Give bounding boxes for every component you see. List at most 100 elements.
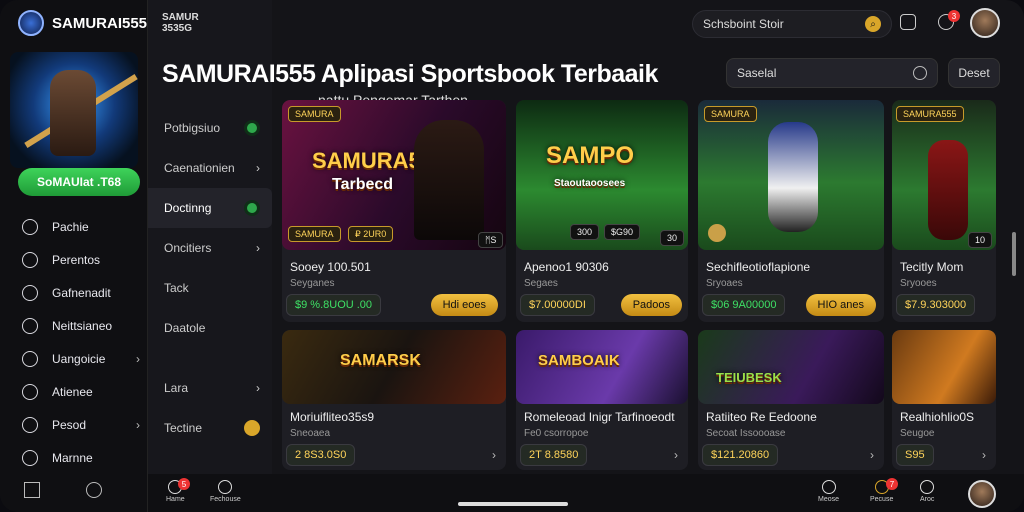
game-card[interactable]: SAMURA5K Tarbecd SAMURA SAMURA ₽ 2UR0 ᛗS… <box>282 100 506 322</box>
game-card[interactable]: SAMBOAIK Romeleoad Inigr Tarfinoeodt Fe0… <box>516 330 688 470</box>
card-image: SAMURA5K Tarbecd SAMURA SAMURA ₽ 2UR0 ᛗS <box>282 100 506 250</box>
game-card[interactable]: SAMARSK Moriuifliteo35s9 Sneoaea 2 8S3.0… <box>282 330 506 470</box>
card-subtitle: Sryoaes <box>706 278 743 289</box>
left-nav-label: Marnne <box>52 450 93 465</box>
game-card[interactable]: Realhiohlio0S Seugoe S95 › <box>892 330 996 470</box>
bet-label: Padoos <box>632 299 670 311</box>
card-price: 2 8S3.0S0 <box>286 444 356 466</box>
category-item[interactable]: Tectine <box>148 408 272 448</box>
left-nav-item[interactable]: Uangoicie › <box>22 342 140 375</box>
game-card[interactable]: TEIUBESK Ratiiteo Re Eedoone Secoat Isso… <box>698 330 884 470</box>
card-subtitle: Fe0 csorropoe <box>524 428 589 439</box>
category-item[interactable]: Lara › <box>148 368 272 408</box>
card-subtitle: Segaes <box>524 278 558 289</box>
category-label: Lara <box>164 381 189 395</box>
chevron-right-icon: › <box>136 351 140 366</box>
card-overlay-title: TEIUBESK <box>716 370 782 385</box>
search-input[interactable]: Schsboint Stoir ⌕ <box>692 10 892 38</box>
page-title: SAMURAI555 Aplipasi Sportsbook Terbaaik <box>162 60 658 88</box>
card-price: S95 <box>896 444 934 466</box>
card-image: SAMPO Staoutaoosees 300 $G90 30 <box>516 100 688 250</box>
left-nav-label: Pesod <box>52 417 87 432</box>
category-label: Daatole <box>164 321 206 335</box>
card-title: Moriuifliteo35s9 <box>290 410 375 424</box>
game-card[interactable]: SAMPO Staoutaoosees 300 $G90 30 Apenoo1 … <box>516 100 688 322</box>
bet-button[interactable]: HIO anes <box>805 294 876 316</box>
bottom-nav-account[interactable]: Aroc <box>920 480 934 503</box>
chevron-right-icon[interactable]: › <box>870 448 874 462</box>
brand-name: SAMURAI555 <box>52 14 148 32</box>
home-icon[interactable] <box>24 482 40 498</box>
category-item[interactable]: Caenationien › <box>148 148 272 188</box>
game-card[interactable]: SAMURA Sechifleotioflapione Sryoaes $06 … <box>698 100 884 322</box>
app-frame: SAMURAI555 SoMAUIat .T68 Pachie Perentos… <box>0 0 1024 512</box>
bet-button[interactable]: Padoos <box>620 294 682 316</box>
bet-label: Hdi eoes <box>442 299 486 311</box>
bet-button[interactable]: Hdi eoes <box>430 294 498 316</box>
category-item[interactable]: Oncitiers › <box>148 228 272 268</box>
circle-icon[interactable] <box>86 482 102 498</box>
card-title: Ratiiteo Re Eedoone <box>706 410 817 424</box>
card-image <box>892 330 996 404</box>
category-label: Tack <box>164 281 189 295</box>
coin-icon <box>244 420 260 436</box>
home-indicator <box>458 502 568 506</box>
category-item[interactable]: Tack <box>148 268 272 308</box>
list-icon <box>22 317 38 334</box>
left-nav-item[interactable]: Marnne <box>22 441 140 474</box>
filter-icon[interactable] <box>900 14 916 30</box>
support-icon <box>22 449 38 466</box>
card-price: 2T 8.8580 <box>520 444 588 466</box>
chevron-right-icon[interactable]: › <box>982 448 986 462</box>
user-avatar[interactable] <box>968 480 996 508</box>
left-nav-item[interactable]: Gafnenadit <box>22 276 140 309</box>
card-price: $7.00000DI <box>520 294 595 316</box>
category-label: Potbigsiuo <box>164 121 221 135</box>
card-price: $121.20860 <box>702 444 779 466</box>
left-nav-item[interactable]: Neittsianeo <box>22 309 140 342</box>
ticket-icon <box>22 416 38 433</box>
cta-button[interactable]: SoMAUIat .T68 <box>18 168 140 196</box>
category-item-active[interactable]: Doctinng <box>148 188 272 228</box>
category-item[interactable]: Daatole <box>148 308 272 348</box>
card-chip: SAMURA555 <box>896 106 964 122</box>
reset-button[interactable]: Deset <box>948 58 1000 88</box>
scrollbar[interactable] <box>1012 232 1016 276</box>
left-nav-item[interactable]: Pachie <box>22 210 140 243</box>
game-card[interactable]: SAMURA555 10 Tecitly Mom Sryooes $7.9.30… <box>892 100 996 322</box>
bottom-nav: Hame 5 Fechouse Meose Pecuse 7 Aroc <box>148 474 1024 512</box>
left-nav-item[interactable]: Perentos <box>22 243 140 276</box>
flag-icon <box>22 350 38 367</box>
brand[interactable]: SAMURAI555 <box>18 10 147 36</box>
left-nav-label: Pachie <box>52 219 89 234</box>
bottom-nav-messages[interactable]: Meose <box>818 480 839 503</box>
left-nav-label: Uangoicie <box>52 351 106 366</box>
mini-logo-line2: 3535G <box>162 23 193 34</box>
user-avatar[interactable] <box>970 8 1000 38</box>
bet-label: HIO anes <box>817 299 864 311</box>
category-label: Doctinng <box>164 201 212 215</box>
mini-logo-line1: SAMUR <box>162 12 199 23</box>
search-icon[interactable]: ⌕ <box>865 16 881 32</box>
category-label: Caenationien <box>164 161 235 175</box>
brand-logo-icon <box>18 10 44 36</box>
card-subtitle: Secoat Issoooase <box>706 428 786 439</box>
bottom-nav-favorites[interactable]: Fechouse <box>210 480 241 503</box>
chevron-right-icon[interactable]: › <box>674 448 678 462</box>
category-item[interactable]: Potbigsiuo <box>148 108 272 148</box>
gift-icon <box>22 284 38 301</box>
left-nav-item[interactable]: Atienee <box>22 375 140 408</box>
card-price: $7.9.303000 <box>896 294 976 316</box>
notification-badge: 3 <box>948 10 960 22</box>
card-subtitle: Seugoe <box>900 428 935 439</box>
card-subtitle: Sneoaea <box>290 428 331 439</box>
clock-icon <box>821 480 836 494</box>
chevron-right-icon[interactable]: › <box>492 448 496 462</box>
sort-select[interactable]: Saselal <box>726 58 938 88</box>
card-title: Sooey 100.501 <box>290 260 371 274</box>
card-chip: ᛗS <box>478 232 504 248</box>
card-overlay-title: SAMARSK <box>340 352 421 369</box>
paw-icon <box>218 480 233 494</box>
status-dot-icon <box>244 120 260 136</box>
left-nav-item[interactable]: Pesod › <box>22 408 140 441</box>
